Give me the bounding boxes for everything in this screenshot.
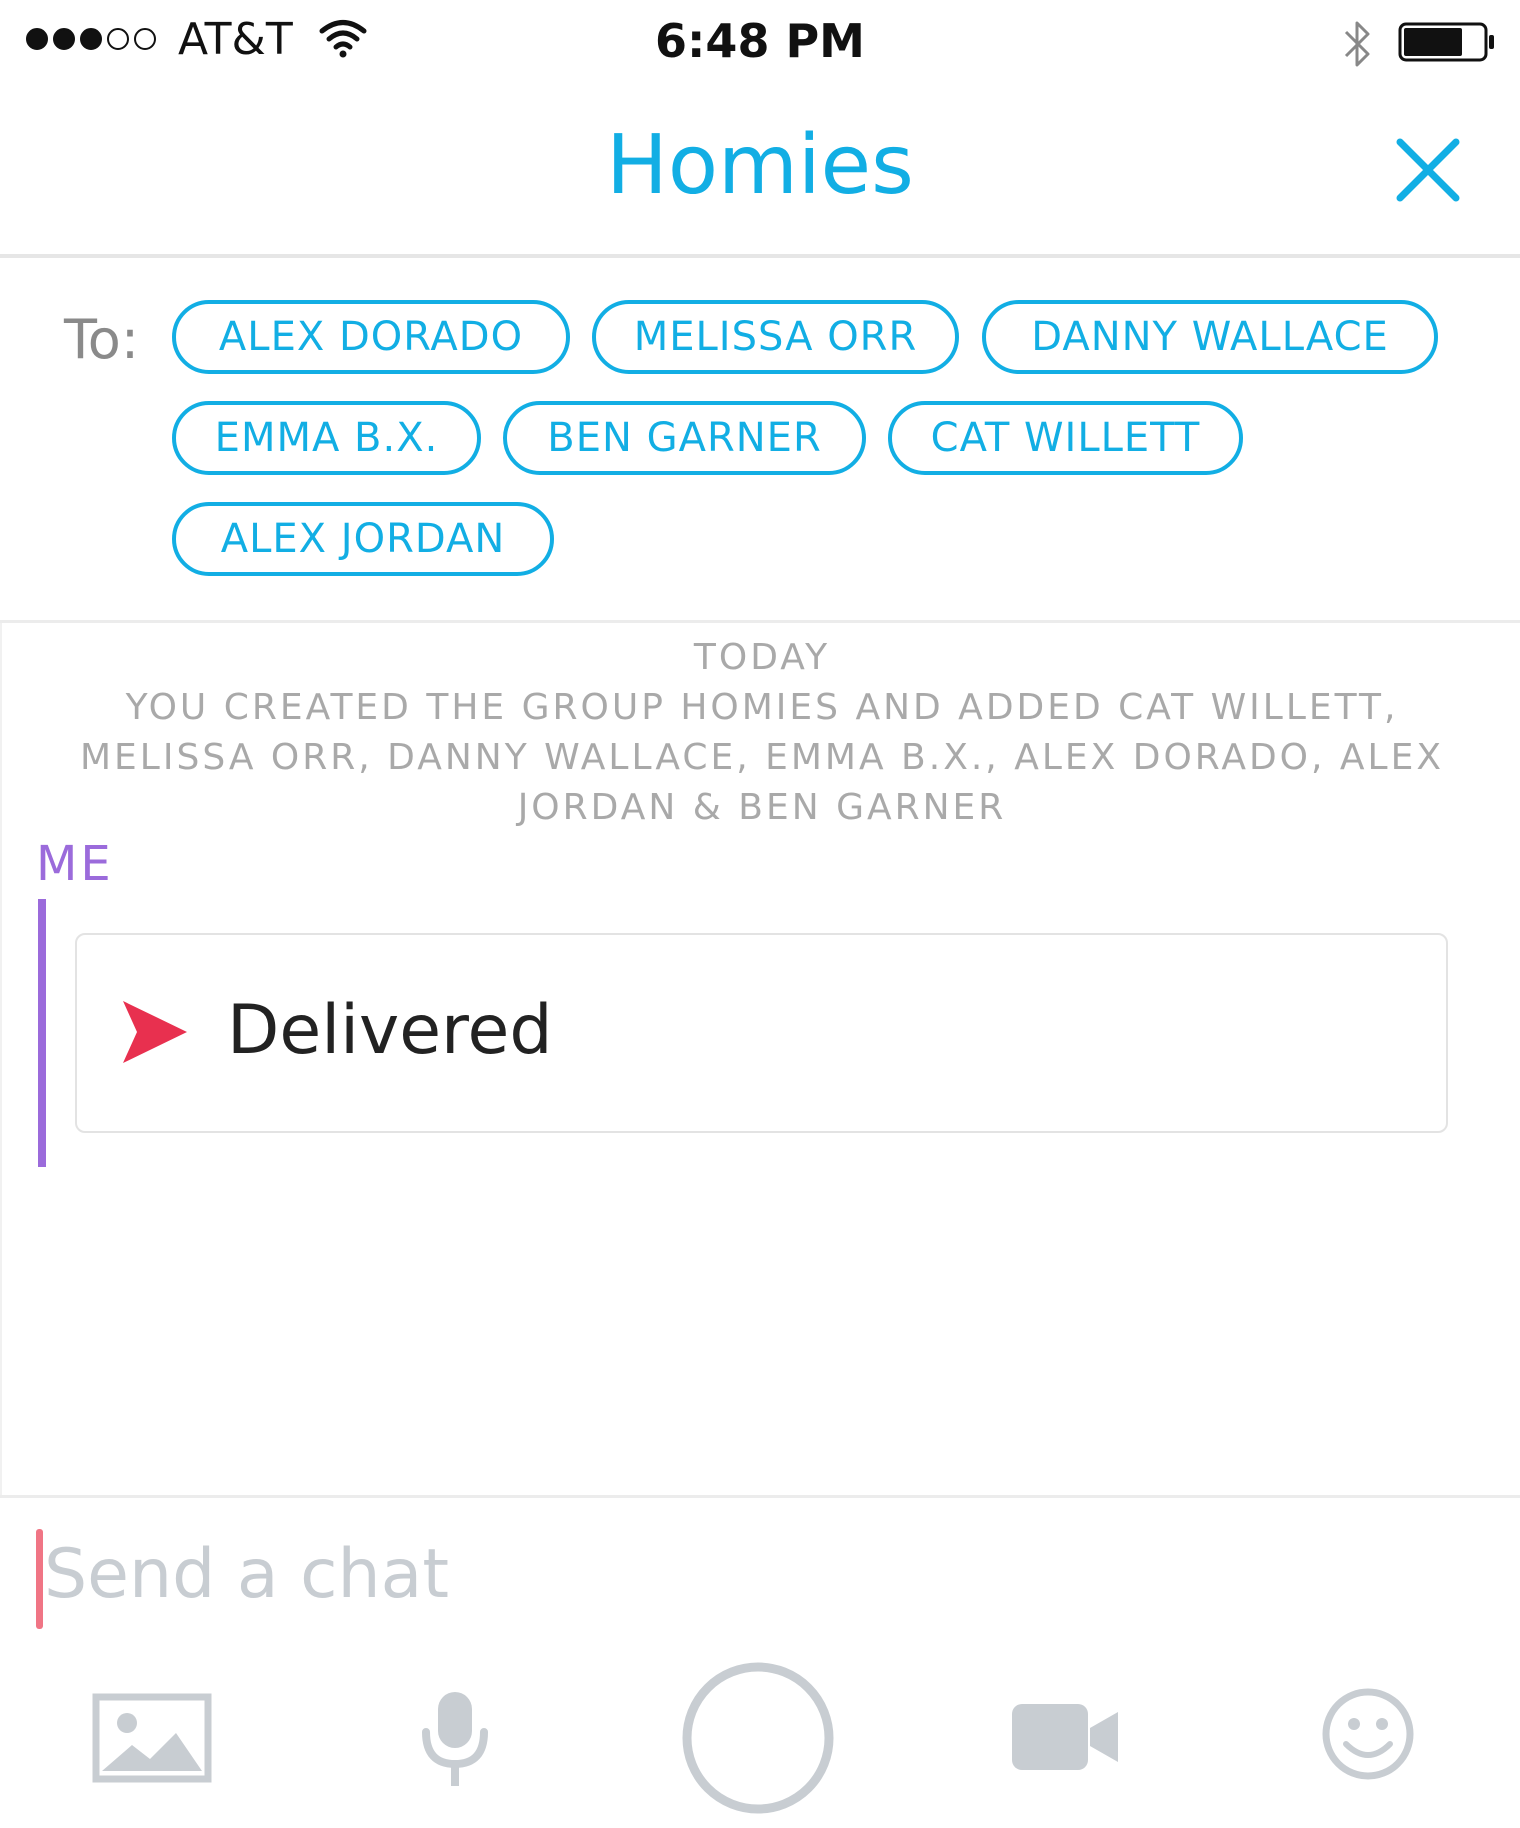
recipient-chip[interactable]: MELISSA ORR (592, 300, 959, 374)
chat-messages[interactable]: TODAY YOU CREATED THE GROUP HOMIES AND A… (0, 623, 1520, 1495)
status-bar: AT&T 6:48 PM (0, 0, 1520, 90)
message-card[interactable]: Delivered (75, 933, 1448, 1133)
microphone-icon[interactable] (420, 1690, 490, 1790)
group-created-notice: TODAY YOU CREATED THE GROUP HOMIES AND A… (42, 633, 1482, 833)
chat-screen: AT&T 6:48 PM Homies To: ALEX DORADO MELI… (0, 0, 1520, 1828)
status-time: 6:48 PM (655, 14, 865, 68)
date-divider: TODAY (693, 637, 831, 678)
emoji-icon[interactable] (1320, 1686, 1416, 1782)
recipient-chip[interactable]: EMMA B.X. (172, 401, 481, 475)
sender-label: ME (36, 836, 114, 892)
delivered-arrow-icon (123, 1001, 187, 1063)
image-icon[interactable] (92, 1693, 212, 1783)
group-title: Homies (606, 118, 914, 213)
composer (0, 1495, 1520, 1828)
recipients-section: To: ALEX DORADO MELISSA ORR DANNY WALLAC… (0, 258, 1520, 623)
recipient-chip[interactable]: ALEX DORADO (172, 300, 570, 374)
sender-bar (38, 899, 46, 1167)
video-icon[interactable] (1010, 1700, 1120, 1774)
battery-icon (1398, 22, 1494, 62)
capture-button[interactable] (680, 1660, 836, 1816)
recipient-chip[interactable]: CAT WILLETT (888, 401, 1243, 475)
close-icon[interactable] (1390, 132, 1466, 208)
message-status: Delivered (227, 991, 553, 1070)
text-caret (36, 1529, 43, 1629)
system-message-line: JORDAN & BEN GARNER (517, 787, 1007, 828)
system-message-line: YOU CREATED THE GROUP HOMIES AND ADDED C… (125, 687, 1399, 728)
chat-header: Homies (0, 90, 1520, 258)
chat-input[interactable] (38, 1524, 1484, 1624)
system-message-line: MELISSA ORR, DANNY WALLACE, EMMA B.X., A… (79, 737, 1444, 778)
to-label: To: (64, 308, 140, 371)
recipient-chip[interactable]: BEN GARNER (503, 401, 866, 475)
recipient-chip[interactable]: DANNY WALLACE (982, 300, 1438, 374)
bluetooth-icon (1344, 21, 1370, 67)
recipient-chip[interactable]: ALEX JORDAN (172, 502, 554, 576)
